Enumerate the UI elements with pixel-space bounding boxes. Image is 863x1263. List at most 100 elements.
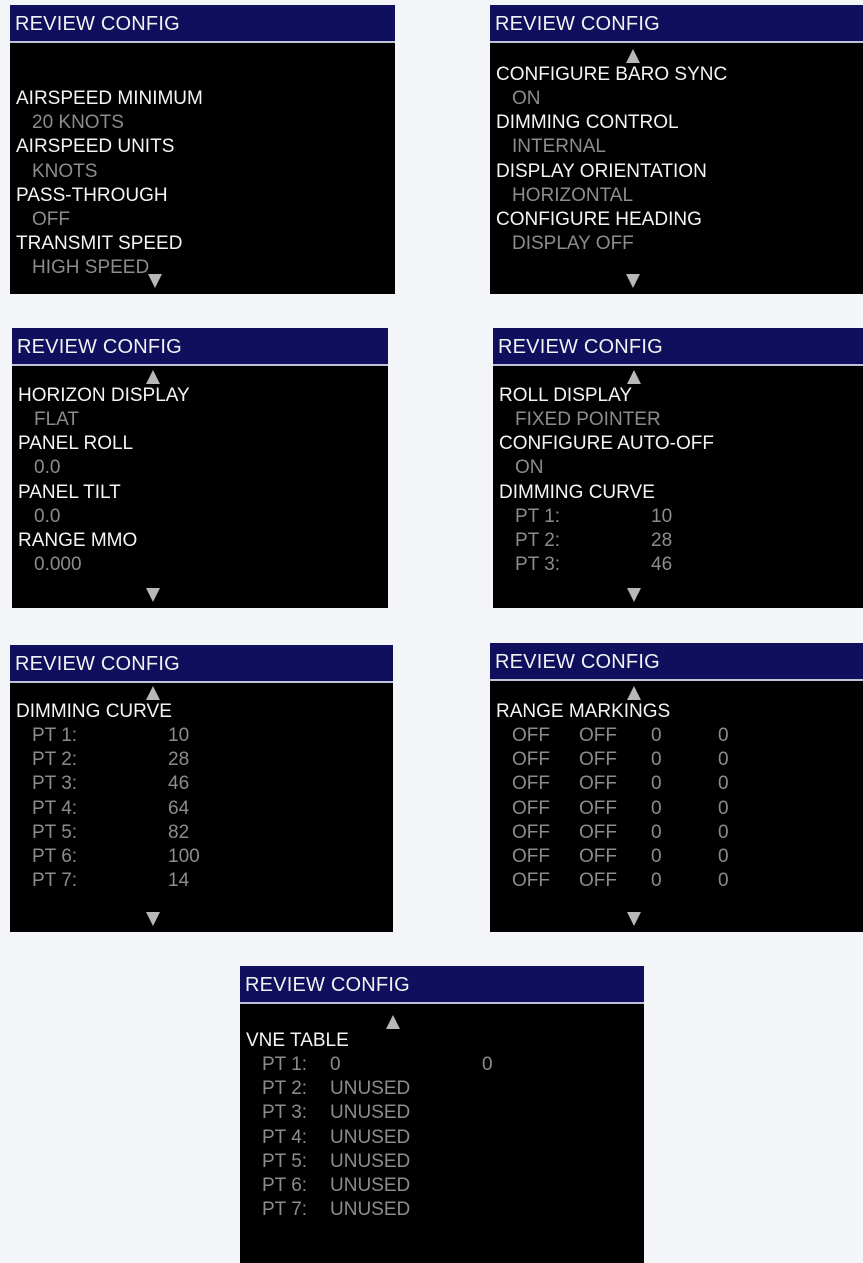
range-cell: OFF	[512, 870, 550, 892]
setting-value: ON	[512, 88, 541, 110]
config-screen-5: REVIEW CONFIG DIMMING CURVE PT 1: 10 PT 2: 28…	[10, 645, 393, 932]
vne-cell: UNUSED	[330, 1150, 411, 1172]
config-list: AIRSPEED MINIMUM 20 KNOTS AIRSPEED UNITS KN…	[16, 63, 391, 281]
pt-cell: 28	[168, 749, 190, 771]
scroll-up-arrow-icon[interactable]	[626, 49, 640, 63]
config-screen-1: REVIEW CONFIG AIRSPEED MINIMUM 20 KNOTS AIR…	[10, 5, 395, 294]
range-row: OFF OFF 0 0	[496, 797, 859, 821]
range-cell: OFF	[512, 773, 550, 795]
scroll-up-arrow-icon[interactable]	[627, 370, 641, 384]
config-screen-6: REVIEW CONFIG RANGE MARKINGS OFF OFF 0 0 OFF OF…	[490, 643, 863, 932]
range-cell: 0	[651, 749, 662, 771]
range-cell: OFF	[579, 821, 617, 843]
setting-value: 20 KNOTS	[32, 112, 124, 134]
range-cell: 0	[651, 846, 662, 868]
range-cell: 0	[718, 725, 729, 747]
setting-name: RANGE MARKINGS	[496, 700, 671, 722]
scroll-down-arrow-icon[interactable]	[148, 274, 162, 288]
vne-cell: UNUSED	[330, 1199, 411, 1221]
range-cell: 0	[651, 870, 662, 892]
setting-name: PASS-THROUGH	[16, 184, 168, 206]
range-cell: OFF	[579, 846, 617, 868]
scroll-down-arrow-icon[interactable]	[626, 274, 640, 288]
vne-row: PT 5: UNUSED	[246, 1150, 640, 1174]
range-cell: OFF	[579, 749, 617, 771]
screen-title: REVIEW CONFIG	[10, 5, 395, 43]
screen-title: REVIEW CONFIG	[493, 328, 863, 366]
pt-row: PT 4: 64	[16, 797, 389, 821]
screen-title: REVIEW CONFIG	[490, 5, 863, 43]
vne-cell: PT 2:	[262, 1078, 308, 1100]
scroll-up-arrow-icon[interactable]	[386, 1015, 400, 1029]
config-list: DIMMING CURVE PT 1: 10 PT 2: 28 PT 3: 46 PT 4: 6…	[16, 700, 389, 894]
scroll-down-arrow-icon[interactable]	[627, 588, 641, 602]
range-row: OFF OFF 0 0	[496, 748, 859, 772]
pt-cell: PT 3:	[32, 773, 78, 795]
pt-cell: 82	[168, 821, 190, 843]
pt-cell: 28	[651, 530, 673, 552]
pt-cell: PT 2:	[32, 749, 78, 771]
config-screen-2: REVIEW CONFIG CONFIGURE BARO SYNC ON DIMMIN…	[490, 5, 863, 294]
config-list: RANGE MARKINGS OFF OFF 0 0 OFF OFF 0 0 OFF OFF 0 0 OF…	[496, 700, 859, 894]
setting-value: HIGH SPEED	[32, 257, 150, 279]
vne-row: PT 1: 0 0	[246, 1053, 640, 1077]
config-screen-4: REVIEW CONFIG ROLL DISPLAY FIXED POINTER CO…	[493, 328, 863, 608]
pt-row: PT 6: 100	[16, 845, 389, 869]
range-row: OFF OFF 0 0	[496, 845, 859, 869]
pt-cell: PT 1:	[32, 725, 78, 747]
setting-value: KNOTS	[32, 160, 98, 182]
vne-cell: UNUSED	[330, 1175, 411, 1197]
range-cell: OFF	[579, 797, 617, 819]
vne-row: PT 7: UNUSED	[246, 1198, 640, 1222]
vne-row: PT 4: UNUSED	[246, 1126, 640, 1150]
setting-value: 0.000	[34, 554, 82, 576]
range-row: OFF OFF 0 0	[496, 724, 859, 748]
setting-name: DIMMING CURVE	[499, 481, 655, 503]
pt-row: PT 3: 46	[16, 772, 389, 796]
pt-cell: PT 2:	[515, 530, 561, 552]
range-cell: 0	[718, 797, 729, 819]
setting-name: DISPLAY ORIENTATION	[496, 160, 707, 182]
setting-name: DIMMING CURVE	[16, 700, 172, 722]
screen-title: REVIEW CONFIG	[240, 966, 644, 1004]
range-cell: OFF	[512, 821, 550, 843]
range-cell: OFF	[579, 773, 617, 795]
vne-cell: UNUSED	[330, 1126, 411, 1148]
scroll-down-arrow-icon[interactable]	[627, 912, 641, 926]
setting-value: 0.0	[34, 505, 61, 527]
range-cell: OFF	[579, 725, 617, 747]
setting-name: DIMMING CONTROL	[496, 112, 679, 134]
vne-cell: PT 7:	[262, 1199, 308, 1221]
setting-value: FIXED POINTER	[515, 409, 661, 431]
setting-name: CONFIGURE BARO SYNC	[496, 63, 728, 85]
config-list: CONFIGURE BARO SYNC ON DIMMING CONTROL INTE…	[496, 63, 859, 257]
pt-cell: 100	[168, 846, 200, 868]
setting-value: FLAT	[34, 409, 80, 431]
range-cell: OFF	[512, 749, 550, 771]
pt-row: PT 5: 82	[16, 821, 389, 845]
range-cell: 0	[651, 773, 662, 795]
scroll-down-arrow-icon[interactable]	[146, 588, 160, 602]
pt-cell: PT 4:	[32, 797, 78, 819]
range-cell: 0	[718, 821, 729, 843]
pt-cell: PT 1:	[515, 505, 561, 527]
range-cell: 0	[651, 821, 662, 843]
pt-row: PT 2: 28	[499, 529, 859, 553]
pt-cell: PT 7:	[32, 870, 78, 892]
setting-value: OFF	[32, 209, 70, 231]
setting-value: 0.0	[34, 457, 61, 479]
setting-value: ON	[515, 457, 544, 479]
scroll-up-arrow-icon[interactable]	[627, 686, 641, 700]
scroll-down-arrow-icon[interactable]	[146, 912, 160, 926]
vne-cell: PT 4:	[262, 1126, 308, 1148]
setting-name: RANGE MMO	[18, 530, 138, 552]
scroll-up-arrow-icon[interactable]	[146, 686, 160, 700]
screen-title: REVIEW CONFIG	[12, 328, 388, 366]
setting-name: AIRSPEED UNITS	[16, 136, 175, 158]
setting-name	[16, 63, 391, 87]
vne-cell: PT 1:	[262, 1054, 308, 1076]
pt-cell: 46	[651, 554, 673, 576]
range-cell: 0	[651, 797, 662, 819]
scroll-up-arrow-icon[interactable]	[146, 370, 160, 384]
pt-row: PT 7: 14	[16, 869, 389, 893]
